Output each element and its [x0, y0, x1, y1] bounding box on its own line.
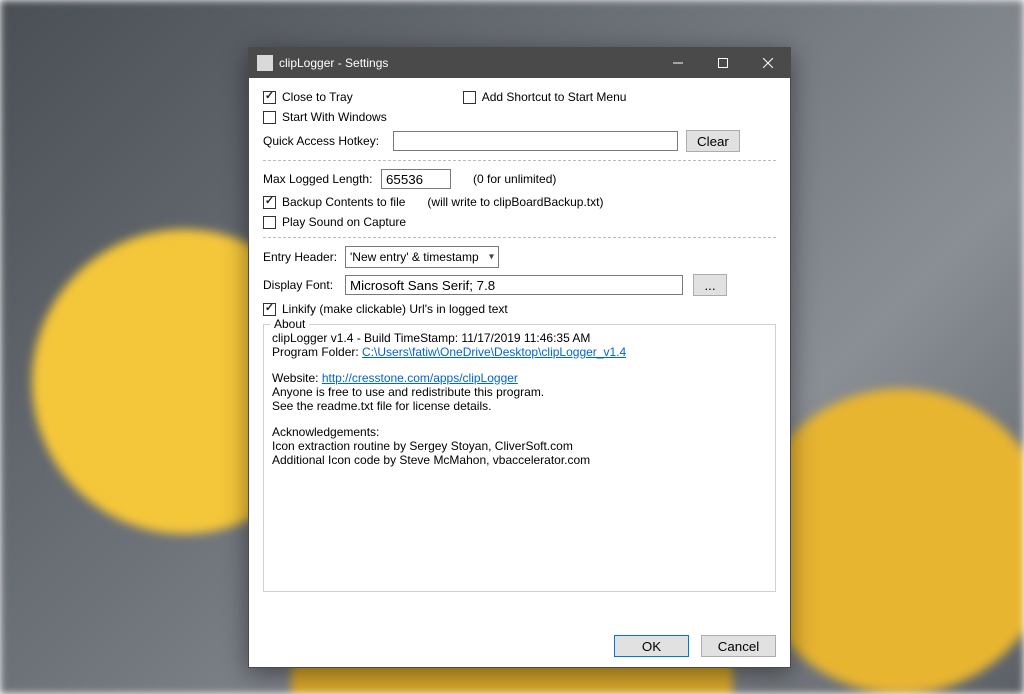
minimize-icon — [673, 58, 683, 68]
close-to-tray-label: Close to Tray — [282, 90, 353, 104]
backup-hint: (will write to clipBoardBackup.txt) — [427, 195, 603, 209]
close-button[interactable] — [745, 48, 790, 78]
settings-body: Close to Tray Add Shortcut to Start Menu… — [249, 78, 790, 667]
about-readme: See the readme.txt file for license deta… — [272, 399, 767, 413]
hotkey-input[interactable] — [393, 131, 678, 151]
checkbox-icon — [263, 303, 276, 316]
linkify-checkbox[interactable]: Linkify (make clickable) Url's in logged… — [263, 302, 508, 316]
divider — [263, 160, 776, 161]
display-font-input[interactable] — [345, 275, 683, 295]
backup-contents-label: Backup Contents to file — [282, 195, 405, 209]
clear-hotkey-button[interactable]: Clear — [686, 130, 740, 152]
checkbox-icon — [463, 91, 476, 104]
about-redistribute: Anyone is free to use and redistribute t… — [272, 385, 767, 399]
entry-header-select[interactable]: 'New entry' & timestamp ▾ — [345, 246, 499, 268]
play-sound-checkbox[interactable]: Play Sound on Capture — [263, 215, 406, 229]
app-icon — [257, 55, 273, 71]
about-legend: About — [270, 317, 309, 331]
start-with-windows-label: Start With Windows — [282, 110, 387, 124]
close-to-tray-checkbox[interactable]: Close to Tray — [263, 90, 353, 104]
close-icon — [763, 58, 773, 68]
about-groupbox: About clipLogger v1.4 - Build TimeStamp:… — [263, 324, 776, 592]
dialog-footer: OK Cancel — [614, 635, 776, 657]
add-shortcut-checkbox[interactable]: Add Shortcut to Start Menu — [463, 90, 627, 104]
backup-contents-checkbox[interactable]: Backup Contents to file — [263, 195, 405, 209]
program-folder-label: Program Folder: — [272, 345, 362, 359]
maximize-button[interactable] — [700, 48, 745, 78]
max-logged-length-label: Max Logged Length: — [263, 172, 381, 186]
linkify-label: Linkify (make clickable) Url's in logged… — [282, 302, 508, 316]
window-title: clipLogger - Settings — [279, 56, 388, 70]
add-shortcut-label: Add Shortcut to Start Menu — [482, 90, 627, 104]
about-build: clipLogger v1.4 - Build TimeStamp: 11/17… — [272, 331, 767, 345]
ok-button[interactable]: OK — [614, 635, 689, 657]
play-sound-label: Play Sound on Capture — [282, 215, 406, 229]
max-logged-length-hint: (0 for unlimited) — [473, 172, 556, 186]
ack-line-2: Additional Icon code by Steve McMahon, v… — [272, 453, 767, 467]
settings-window: clipLogger - Settings Close to Tray Add … — [248, 47, 791, 668]
chevron-down-icon: ▾ — [489, 252, 494, 263]
hotkey-label: Quick Access Hotkey: — [263, 134, 393, 148]
website-link[interactable]: http://cresstone.com/apps/clipLogger — [322, 371, 518, 385]
website-label: Website: — [272, 371, 322, 385]
program-folder-link[interactable]: C:\Users\fatiw\OneDrive\Desktop\clipLogg… — [362, 345, 626, 359]
checkbox-icon — [263, 216, 276, 229]
browse-font-button[interactable]: ... — [693, 274, 727, 296]
checkbox-icon — [263, 196, 276, 209]
ack-heading: Acknowledgements: — [272, 425, 767, 439]
display-font-label: Display Font: — [263, 278, 345, 292]
entry-header-value: 'New entry' & timestamp — [350, 250, 479, 264]
titlebar[interactable]: clipLogger - Settings — [249, 48, 790, 78]
start-with-windows-checkbox[interactable]: Start With Windows — [263, 110, 387, 124]
entry-header-label: Entry Header: — [263, 250, 345, 264]
max-logged-length-input[interactable] — [381, 169, 451, 189]
cancel-button[interactable]: Cancel — [701, 635, 776, 657]
checkbox-icon — [263, 111, 276, 124]
maximize-icon — [718, 58, 728, 68]
divider — [263, 237, 776, 238]
checkbox-icon — [263, 91, 276, 104]
minimize-button[interactable] — [655, 48, 700, 78]
ack-line-1: Icon extraction routine by Sergey Stoyan… — [272, 439, 767, 453]
